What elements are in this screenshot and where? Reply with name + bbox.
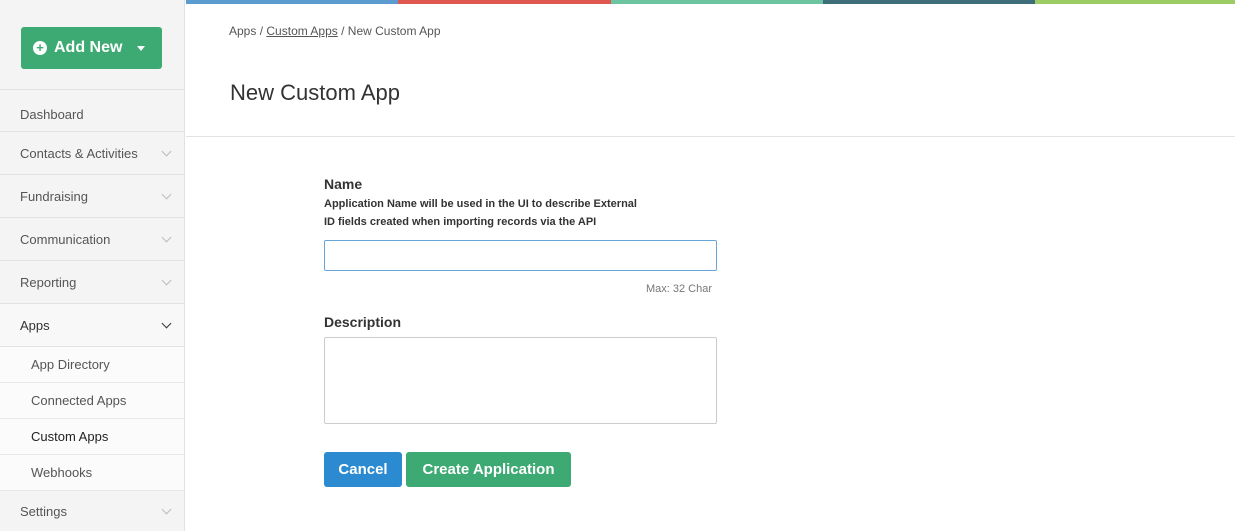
sidebar-subitem-label: Custom Apps: [31, 429, 109, 444]
breadcrumb: Apps / Custom Apps / New Custom App: [229, 24, 441, 38]
breadcrumb-current: New Custom App: [347, 24, 441, 38]
description-label: Description: [324, 314, 402, 330]
sidebar-item-apps[interactable]: Apps: [0, 304, 184, 347]
sidebar-item-label: Settings: [20, 503, 67, 519]
breadcrumb-separator: /: [341, 24, 345, 38]
sidebar-subitem-label: App Directory: [31, 357, 110, 372]
cancel-button[interactable]: Cancel: [324, 452, 402, 487]
main-content: Apps / Custom Apps / New Custom App New …: [186, 0, 1235, 531]
color-segment: [398, 0, 611, 4]
sidebar-subitem-app-directory[interactable]: App Directory: [0, 347, 184, 383]
name-input[interactable]: [324, 240, 717, 271]
page-title: New Custom App: [230, 80, 400, 105]
sidebar-item-fundraising[interactable]: Fundraising: [0, 175, 184, 218]
create-application-button[interactable]: Create Application: [406, 452, 571, 487]
color-segment: [1035, 0, 1235, 4]
sidebar-subitem-label: Webhooks: [31, 465, 93, 480]
add-new-button[interactable]: + Add New: [21, 27, 162, 69]
sidebar: + Add New Dashboard Contacts & Activitie…: [0, 0, 185, 531]
name-help-line: Application Name will be used in the UI …: [324, 198, 637, 210]
page-header: Apps / Custom Apps / New Custom App New …: [186, 10, 1235, 137]
sidebar-item-label: Apps: [20, 317, 50, 333]
chevron-down-icon: [161, 275, 172, 285]
breadcrumb-custom-apps-link[interactable]: Custom Apps: [266, 24, 337, 38]
sidebar-item-label: Dashboard: [20, 107, 84, 122]
chevron-down-icon: [161, 504, 172, 514]
sidebar-item-label: Reporting: [20, 274, 77, 290]
breadcrumb-apps[interactable]: Apps: [229, 24, 256, 38]
form-actions: Cancel Create Application: [324, 452, 724, 487]
add-new-label: Add New: [54, 39, 123, 56]
custom-app-form: Name Application Name will be used in th…: [324, 176, 724, 487]
name-max-chars: Max: 32 Char: [645, 283, 712, 295]
color-segment: [186, 0, 398, 4]
name-label: Name: [324, 176, 363, 192]
breadcrumb-separator: /: [259, 24, 264, 38]
chevron-down-icon: [161, 189, 172, 199]
sidebar-subitem-webhooks[interactable]: Webhooks: [0, 455, 184, 491]
sidebar-subitem-custom-apps[interactable]: Custom Apps: [0, 419, 184, 455]
sidebar-item-label: Communication: [20, 231, 111, 247]
color-segment: [823, 0, 1035, 4]
sidebar-item-contacts-activities[interactable]: Contacts & Activities: [0, 132, 184, 175]
name-help-line: ID fields created when importing records…: [324, 216, 597, 228]
add-new-container: + Add New: [0, 0, 184, 90]
chevron-down-icon: [161, 318, 172, 328]
caret-down-icon: [137, 45, 146, 51]
sidebar-item-label: Fundraising: [20, 188, 88, 204]
plus-circle-icon: +: [33, 41, 47, 55]
sidebar-item-dashboard[interactable]: Dashboard: [0, 90, 184, 132]
sidebar-subitem-connected-apps[interactable]: Connected Apps: [0, 383, 184, 419]
sidebar-item-label: Contacts & Activities: [20, 145, 138, 161]
name-help-text: Application Name will be used in the UI …: [324, 195, 704, 231]
color-segment: [611, 0, 823, 4]
description-textarea[interactable]: [324, 337, 717, 424]
chevron-down-icon: [161, 232, 172, 242]
sidebar-subitem-label: Connected Apps: [31, 393, 127, 408]
chevron-down-icon: [161, 146, 172, 156]
top-color-bar: [186, 0, 1235, 10]
sidebar-item-settings[interactable]: Settings: [0, 491, 184, 531]
sidebar-item-reporting[interactable]: Reporting: [0, 261, 184, 304]
sidebar-item-communication[interactable]: Communication: [0, 218, 184, 261]
